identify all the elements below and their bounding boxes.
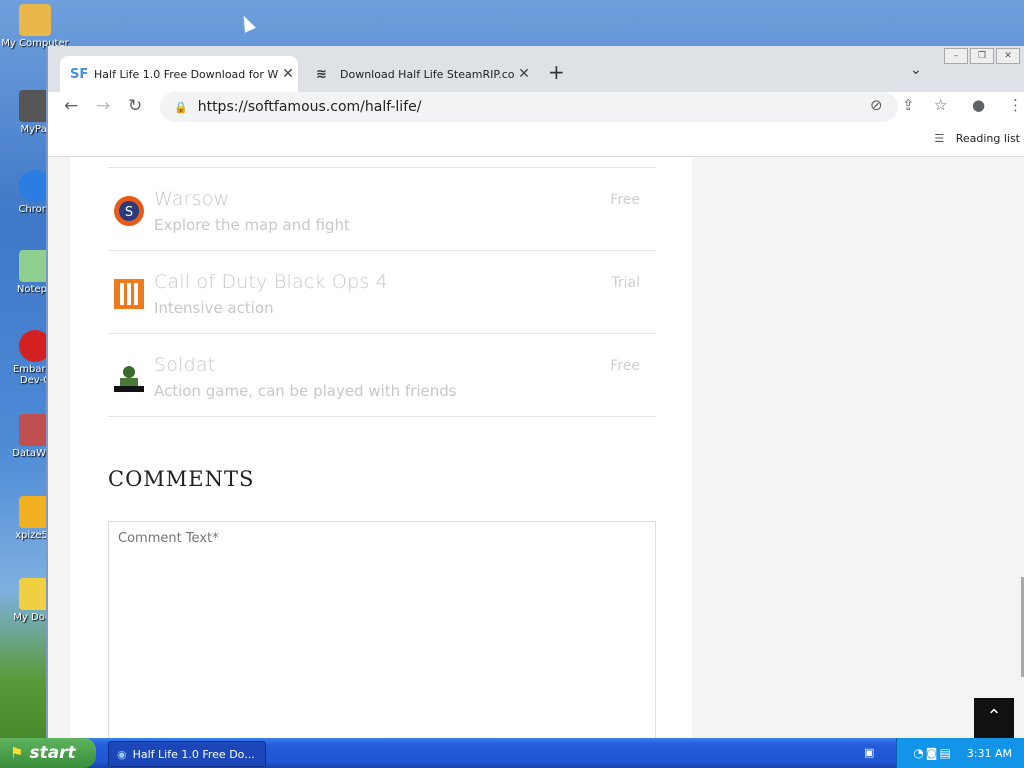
browser-toolbar: ← → ↻ 🔒 https://softfamous.com/half-life… <box>48 92 1024 122</box>
item-description: Explore the map and fight <box>154 216 350 234</box>
item-name[interactable]: Call of Duty Black Ops 4 <box>154 271 388 293</box>
tab-close-icon[interactable]: ✕ <box>514 66 534 82</box>
browser-window: SF Half Life 1.0 Free Download for Win ✕… <box>46 46 1024 738</box>
call-of-duty-icon <box>112 277 146 311</box>
scrollbar[interactable] <box>1020 157 1024 738</box>
reading-list-button[interactable]: ☰ Reading list <box>934 132 1020 145</box>
item-license: Free <box>610 192 640 208</box>
computer-icon <box>19 4 51 36</box>
softfamous-favicon-icon: SF <box>70 66 89 82</box>
steamrip-favicon-icon: ≋ <box>316 66 327 82</box>
lock-icon: 🔒 <box>174 100 188 114</box>
tab-strip: SF Half Life 1.0 Free Download for Win ✕… <box>48 46 1024 92</box>
tray-icons[interactable]: ◔◙▤ <box>913 746 952 760</box>
tab-search-chevron-icon[interactable]: ⌄ <box>910 62 922 78</box>
taskbar: ⚑ start ◉ Half Life 1.0 Free Do... ▣ ◔◙▤… <box>0 738 1024 768</box>
item-license: Free <box>610 358 640 374</box>
taskbar-item-label: Half Life 1.0 Free Do... <box>132 747 255 761</box>
tracking-blocked-icon[interactable]: ⊘ <box>870 96 883 114</box>
close-window-button[interactable]: ✕ <box>996 48 1020 64</box>
forward-button[interactable]: → <box>96 96 110 116</box>
item-name[interactable]: Warsow <box>154 188 229 210</box>
tab-title: Download Half Life SteamRIP.com <box>340 67 514 81</box>
minimize-button[interactable]: – <box>944 48 968 64</box>
menu-kebab-icon[interactable]: ⋮ <box>1008 96 1023 114</box>
item-description: Intensive action <box>154 299 274 317</box>
comment-box[interactable] <box>108 521 656 738</box>
item-name[interactable]: Soldat <box>154 354 215 376</box>
network-icon[interactable]: ▣ <box>864 746 874 759</box>
address-bar[interactable]: 🔒 https://softfamous.com/half-life/ <box>160 92 898 122</box>
window-controls: – ❐ ✕ <box>944 48 1020 64</box>
item-license: Trial <box>611 275 640 291</box>
tab-half-life-steamrip[interactable]: ≋ Download Half Life SteamRIP.com ✕ <box>306 56 534 92</box>
list-item-warsow[interactable]: S Warsow Explore the map and fight Free <box>108 168 656 251</box>
svg-text:S: S <box>125 205 133 220</box>
tab-title: Half Life 1.0 Free Download for Win <box>94 67 278 81</box>
url-text[interactable]: https://softfamous.com/half-life/ <box>198 99 422 115</box>
bookmarks-bar: ☰ Reading list <box>48 122 1024 157</box>
bookmark-star-icon[interactable]: ☆ <box>934 96 947 114</box>
back-button[interactable]: ← <box>64 96 78 116</box>
profile-avatar-icon[interactable]: ● <box>972 96 985 114</box>
reading-list-icon: ☰ <box>934 132 945 145</box>
list-item-soldat[interactable]: Soldat Action game, can be played with f… <box>108 334 656 417</box>
maximize-button[interactable]: ❐ <box>970 48 994 64</box>
item-description: Action game, can be played with friends <box>154 382 457 400</box>
warsow-icon: S <box>112 194 146 228</box>
new-tab-button[interactable]: + <box>548 60 565 84</box>
reading-list-label: Reading list <box>955 132 1020 145</box>
reload-button[interactable]: ↻ <box>128 96 142 116</box>
comment-textarea[interactable] <box>109 522 655 738</box>
tab-close-icon[interactable]: ✕ <box>278 66 298 82</box>
system-tray: ◔◙▤ 3:31 AM <box>896 738 1024 768</box>
clock: 3:31 AM <box>966 746 1012 760</box>
chrome-icon: ◉ <box>117 747 127 761</box>
comments-heading: COMMENTS <box>108 467 255 491</box>
web-page: S Warsow Explore the map and fight Free … <box>48 157 1024 738</box>
start-label: start <box>29 743 76 763</box>
start-button[interactable]: ⚑ start <box>0 738 96 768</box>
tab-half-life-softfamous[interactable]: SF Half Life 1.0 Free Download for Win ✕ <box>60 56 298 92</box>
windows-flag-icon: ⚑ <box>10 744 24 762</box>
main-content: S Warsow Explore the map and fight Free … <box>70 157 692 738</box>
share-icon[interactable]: ⇪ <box>902 96 915 114</box>
back-to-top-button[interactable]: ⌃ <box>974 698 1014 738</box>
list-item-call-of-duty[interactable]: Call of Duty Black Ops 4 Intensive actio… <box>108 251 656 334</box>
taskbar-item-browser[interactable]: ◉ Half Life 1.0 Free Do... <box>108 741 266 767</box>
soldat-icon <box>112 360 146 394</box>
desktop-icon-my-computer[interactable]: My Computer <box>0 4 70 49</box>
mouse-cursor-icon <box>238 13 256 33</box>
